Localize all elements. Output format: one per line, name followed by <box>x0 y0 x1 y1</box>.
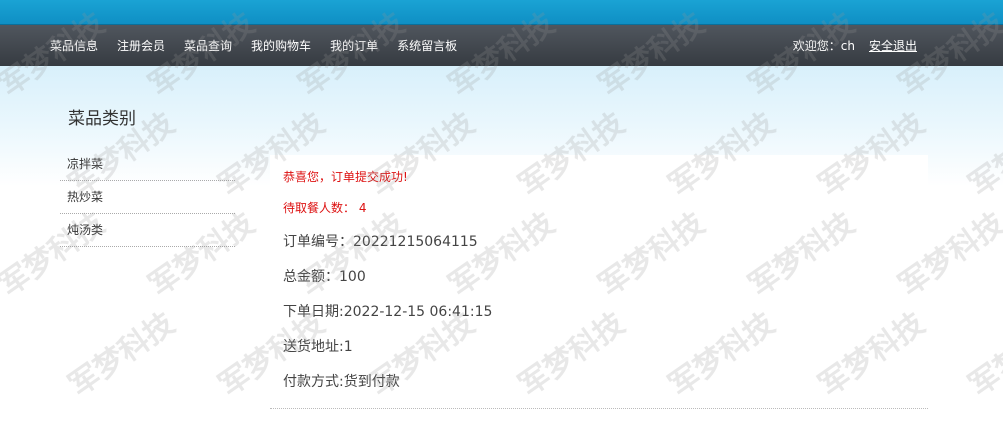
category-sidebar: 菜品类别 凉拌菜 热炒菜 炖汤类 <box>60 104 235 247</box>
order-total: 总金额：100 <box>283 269 366 285</box>
order-date: 下单日期:2022-12-15 06:41:15 <box>283 304 493 320</box>
nav-item-dishes[interactable]: 菜品信息 <box>50 37 98 54</box>
payment-method: 付款方式:货到付款 <box>283 374 400 390</box>
delivery-address: 送货地址:1 <box>283 339 353 355</box>
success-message: 恭喜您，订单提交成功! <box>283 170 408 184</box>
nav-links: 菜品信息 注册会员 菜品查询 我的购物车 我的订单 系统留言板 <box>50 25 476 66</box>
nav-item-orders[interactable]: 我的订单 <box>330 37 378 54</box>
nav-item-cart[interactable]: 我的购物车 <box>251 37 311 54</box>
sidebar-title: 菜品类别 <box>68 109 136 129</box>
nav-item-messages[interactable]: 系统留言板 <box>397 37 457 54</box>
main-navbar: 菜品信息 注册会员 菜品查询 我的购物车 我的订单 系统留言板 欢迎您：ch 安… <box>0 25 1003 66</box>
pickup-count: 待取餐人数： 4 <box>283 201 367 215</box>
order-number: 订单编号：20221215064115 <box>283 234 478 250</box>
nav-item-register[interactable]: 注册会员 <box>117 37 165 54</box>
sidebar-item-cold-dishes[interactable]: 凉拌菜 <box>60 148 235 181</box>
order-result-panel: 恭喜您，订单提交成功! 待取餐人数： 4 订单编号：20221215064115… <box>270 155 928 409</box>
logout-link[interactable]: 安全退出 <box>869 37 917 54</box>
welcome-text: 欢迎您：ch <box>792 39 855 53</box>
sidebar-item-stir-fry[interactable]: 热炒菜 <box>60 181 235 214</box>
top-banner <box>0 0 1003 25</box>
user-area: 欢迎您：ch 安全退出 <box>793 25 917 66</box>
nav-item-search[interactable]: 菜品查询 <box>184 37 232 54</box>
sidebar-item-soups[interactable]: 炖汤类 <box>60 214 235 247</box>
